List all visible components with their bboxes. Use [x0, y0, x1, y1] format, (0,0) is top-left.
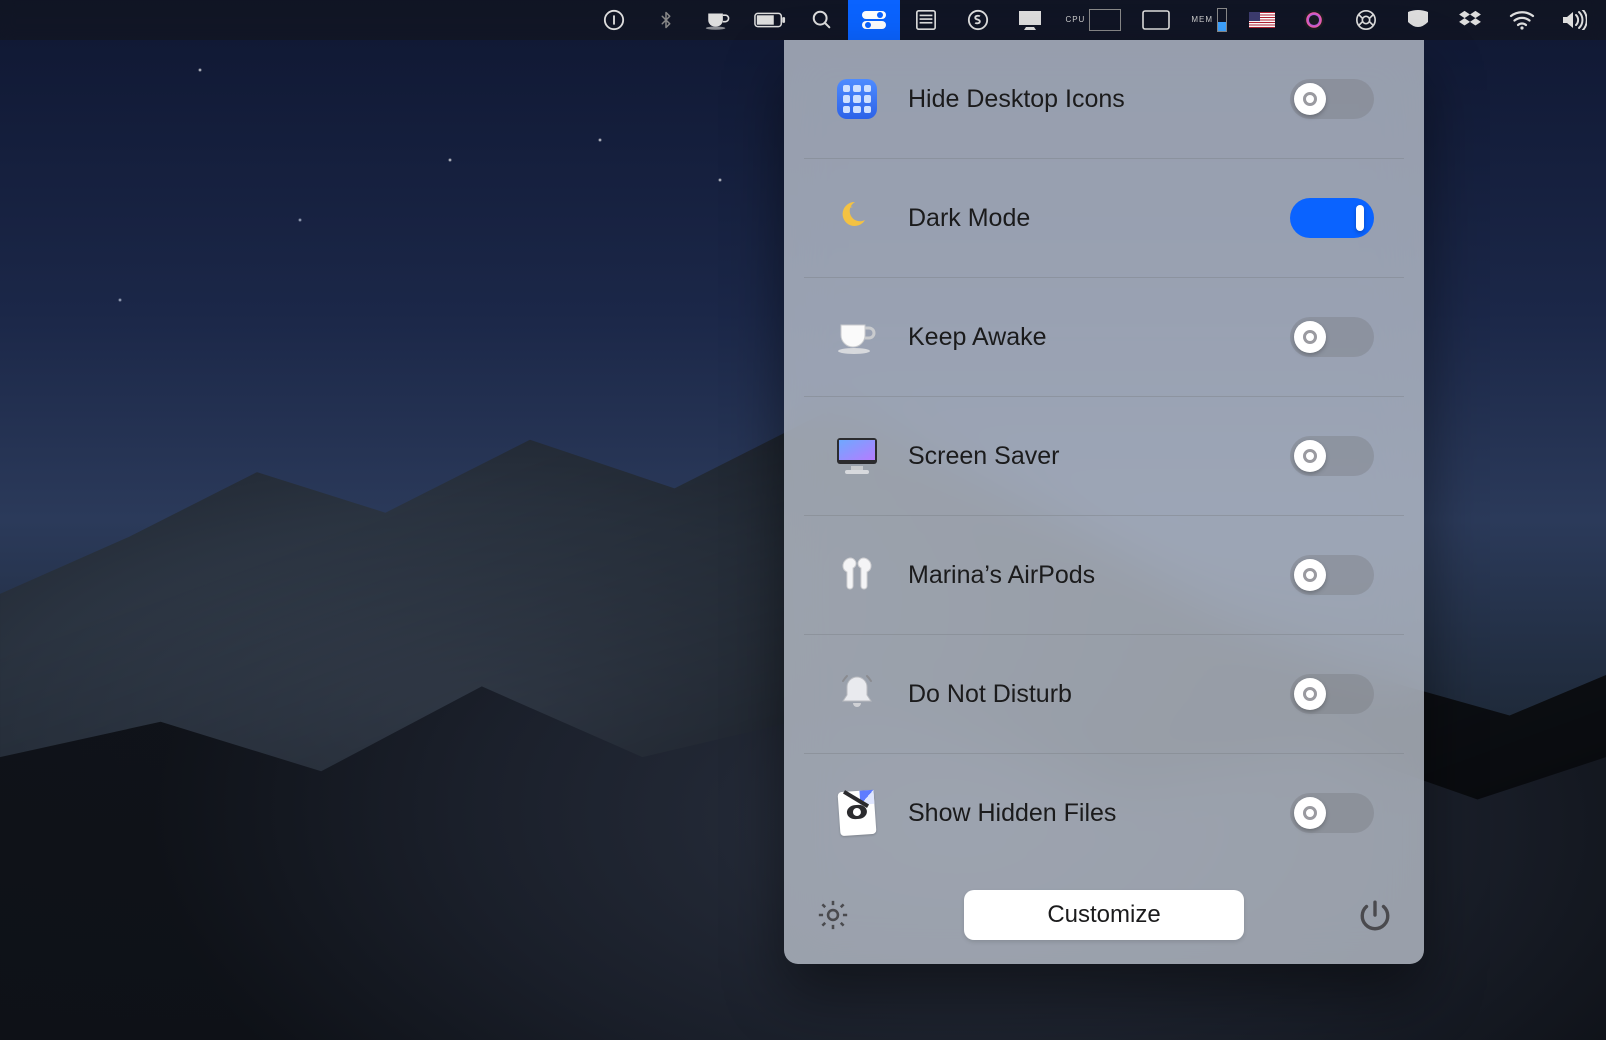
power-icon[interactable]	[1356, 896, 1394, 934]
row-screen-saver: Screen Saver	[804, 397, 1404, 516]
toggle-dark-mode[interactable]	[1290, 198, 1374, 238]
toggle-screen-saver[interactable]	[1290, 436, 1374, 476]
row-label: Screen Saver	[908, 442, 1290, 471]
row-do-not-disturb: Do Not Disturb	[804, 635, 1404, 754]
gear-icon[interactable]	[814, 896, 852, 934]
siri-icon[interactable]	[1288, 0, 1340, 40]
panel-footer: Customize	[784, 872, 1424, 950]
camera-settings-icon[interactable]	[1340, 0, 1392, 40]
row-hide-desktop-icons: Hide Desktop Icons	[804, 40, 1404, 159]
toggle-show-hidden-files[interactable]	[1290, 793, 1374, 833]
spotlight-icon[interactable]	[796, 0, 848, 40]
row-keep-awake: Keep Awake	[804, 278, 1404, 397]
dropbox-icon[interactable]	[1444, 0, 1496, 40]
row-label: Do Not Disturb	[908, 680, 1290, 709]
wifi-icon[interactable]	[1496, 0, 1548, 40]
row-label: Keep Awake	[908, 323, 1290, 352]
caffeine-icon[interactable]	[692, 0, 744, 40]
cpu-monitor-icon[interactable]: CPU	[1056, 0, 1130, 40]
mem-indicator	[1217, 8, 1227, 32]
monitor-icon	[834, 433, 880, 479]
volume-icon[interactable]	[1548, 0, 1600, 40]
row-dark-mode: Dark Mode	[804, 159, 1404, 278]
toggle-airpods[interactable]	[1290, 555, 1374, 595]
skype-icon[interactable]	[952, 0, 1004, 40]
toggle-do-not-disturb[interactable]	[1290, 674, 1374, 714]
menubar: CPU MEM	[0, 0, 1606, 40]
row-label: Dark Mode	[908, 204, 1290, 233]
control-center-icon[interactable]	[848, 0, 900, 40]
row-label: Hide Desktop Icons	[908, 85, 1290, 114]
cpu-label: CPU	[1065, 16, 1085, 24]
bluetooth-icon[interactable]	[640, 0, 692, 40]
row-show-hidden-files: Show Hidden Files	[804, 754, 1404, 872]
toggle-keep-awake[interactable]	[1290, 317, 1374, 357]
mem-label: MEM	[1191, 16, 1213, 24]
row-label: Marina’s AirPods	[908, 561, 1290, 590]
launchpad-icon	[834, 76, 880, 122]
control-panel: Hide Desktop Icons Dark Mode Keep Awake …	[784, 40, 1424, 964]
row-label: Show Hidden Files	[908, 799, 1290, 828]
coffee-cup-icon	[834, 314, 880, 360]
battery-icon[interactable]	[744, 0, 796, 40]
vpn-icon[interactable]	[1392, 0, 1444, 40]
us-flag-icon	[1249, 12, 1275, 28]
cpu-graph	[1089, 9, 1121, 31]
row-airpods: Marina’s AirPods	[804, 516, 1404, 635]
hidden-file-icon	[834, 790, 880, 836]
onepassword-icon[interactable]	[588, 0, 640, 40]
toggle-hide-desktop-icons[interactable]	[1290, 79, 1374, 119]
disk-icon[interactable]	[900, 0, 952, 40]
memory-monitor-icon[interactable]: MEM	[1182, 0, 1236, 40]
airpods-icon	[834, 552, 880, 598]
customize-label: Customize	[1047, 901, 1160, 929]
activity-icon[interactable]	[1130, 0, 1182, 40]
customize-button[interactable]: Customize	[964, 890, 1244, 940]
display-icon[interactable]	[1004, 0, 1056, 40]
moon-icon	[834, 195, 880, 241]
bell-icon	[834, 671, 880, 717]
input-source-us-icon[interactable]	[1236, 0, 1288, 40]
